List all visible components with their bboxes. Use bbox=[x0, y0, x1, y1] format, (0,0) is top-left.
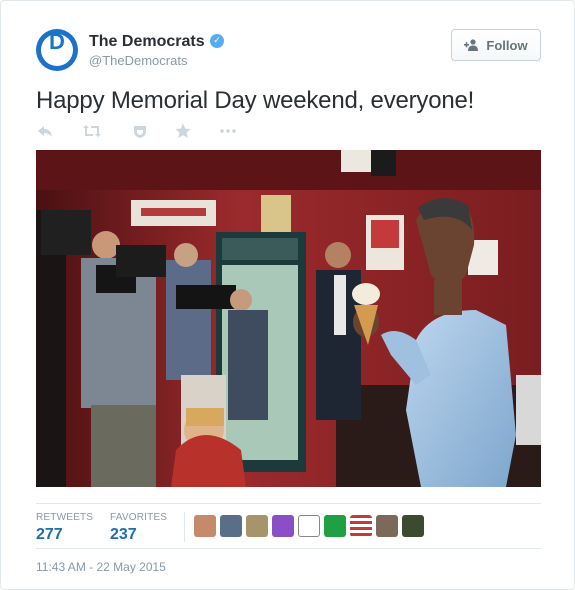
retweets-label: RETWEETS bbox=[36, 512, 94, 523]
retweet-icon[interactable] bbox=[82, 122, 102, 142]
avatar[interactable]: D bbox=[36, 29, 78, 71]
favoriter-avatar[interactable] bbox=[324, 515, 346, 537]
tweet-timestamp[interactable]: 11:43 AM - 22 May 2015 bbox=[36, 560, 166, 574]
favoriter-avatar[interactable] bbox=[376, 515, 398, 537]
avatar-letter: D bbox=[49, 29, 65, 54]
tweet-card: D The Democrats ✓ @TheDemocrats Follow H… bbox=[0, 0, 575, 590]
stats-divider bbox=[184, 512, 185, 542]
follow-button[interactable]: Follow bbox=[451, 29, 541, 61]
account-handle[interactable]: @TheDemocrats bbox=[89, 53, 187, 68]
favorites-count: 237 bbox=[110, 526, 137, 543]
favoriter-avatar[interactable] bbox=[298, 515, 320, 537]
favoriter-avatar[interactable] bbox=[194, 515, 216, 537]
favoriter-avatar[interactable] bbox=[350, 515, 372, 537]
add-user-icon bbox=[464, 39, 480, 51]
account-name[interactable]: The Democrats bbox=[89, 33, 205, 51]
tweet-photo[interactable] bbox=[36, 150, 541, 487]
verified-badge-icon: ✓ bbox=[210, 34, 224, 48]
reply-icon[interactable] bbox=[36, 122, 56, 142]
favoriter-avatar[interactable] bbox=[272, 515, 294, 537]
tweet-actions bbox=[36, 122, 266, 142]
retweets-stat[interactable]: RETWEETS 277 bbox=[36, 512, 93, 544]
retweets-count: 277 bbox=[36, 526, 63, 543]
favoriter-avatar[interactable] bbox=[220, 515, 242, 537]
tweet-header: D The Democrats ✓ @TheDemocrats Follow bbox=[36, 29, 541, 73]
favoriter-avatar[interactable] bbox=[246, 515, 268, 537]
tweet-text: Happy Memorial Day weekend, everyone! bbox=[36, 87, 475, 114]
favoriters-list bbox=[194, 515, 424, 539]
star-icon[interactable] bbox=[174, 122, 194, 142]
favorites-label: FAVORITES bbox=[110, 512, 168, 523]
favoriter-avatar[interactable] bbox=[402, 515, 424, 537]
favorite-icon[interactable] bbox=[131, 122, 151, 142]
follow-label: Follow bbox=[486, 37, 528, 53]
more-icon[interactable] bbox=[218, 122, 238, 142]
tweet-stats: RETWEETS 277 FAVORITES 237 bbox=[36, 503, 541, 549]
favorites-stat[interactable]: FAVORITES 237 bbox=[110, 512, 167, 544]
